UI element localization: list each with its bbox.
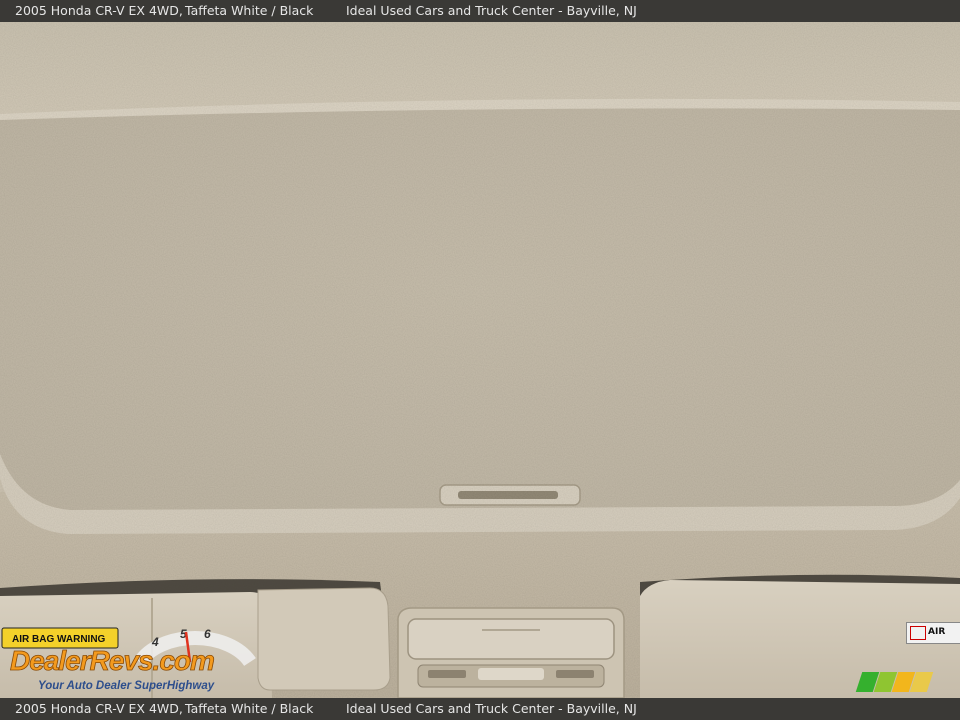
dealerrevs-watermark: AIR BAG WARNING 4 5 6 DealerRevs.com You… (0, 622, 270, 698)
caption-model: 2005 Honda CR-V EX 4WD, (15, 3, 183, 18)
caption-dealer: Ideal Used Cars and Truck Center - Bayvi… (346, 701, 637, 716)
photo-frame: 2005 Honda CR-V EX 4WD, Taffeta White / … (0, 0, 960, 720)
gauge-number: 6 (204, 627, 211, 641)
caption-bar-bottom: 2005 Honda CR-V EX 4WD, Taffeta White / … (0, 698, 960, 720)
brand-tagline: Your Auto Dealer SuperHighway (38, 680, 215, 692)
caption-dealer: Ideal Used Cars and Truck Center - Bayvi… (346, 3, 637, 18)
caption-color: Taffeta White / Black (185, 3, 314, 18)
airbag-sticker-text: AIR BAG WARNING (12, 634, 106, 645)
airbag-sticker-right: AIR (906, 622, 960, 644)
caption-color: Taffeta White / Black (185, 701, 314, 716)
sun-visor-left-clip (257, 587, 391, 691)
console-lid (407, 618, 615, 660)
dealerrevs-logo: AIR BAG WARNING 4 5 6 DealerRevs.com You… (1, 627, 256, 692)
no-child-seat-icon (910, 626, 926, 640)
map-light-center (478, 668, 544, 680)
brand-text: DealerRevs.com (10, 645, 214, 676)
map-light-left (428, 670, 466, 678)
caption-bar-top: 2005 Honda CR-V EX 4WD, Taffeta White / … (0, 0, 960, 22)
map-light-right (556, 670, 594, 678)
headliner-photo (0, 22, 960, 698)
headliner-scene (0, 22, 960, 698)
mm-logo (855, 672, 935, 694)
airbag-sticker-right-text: AIR (928, 627, 946, 637)
caption-model: 2005 Honda CR-V EX 4WD, (15, 701, 183, 716)
